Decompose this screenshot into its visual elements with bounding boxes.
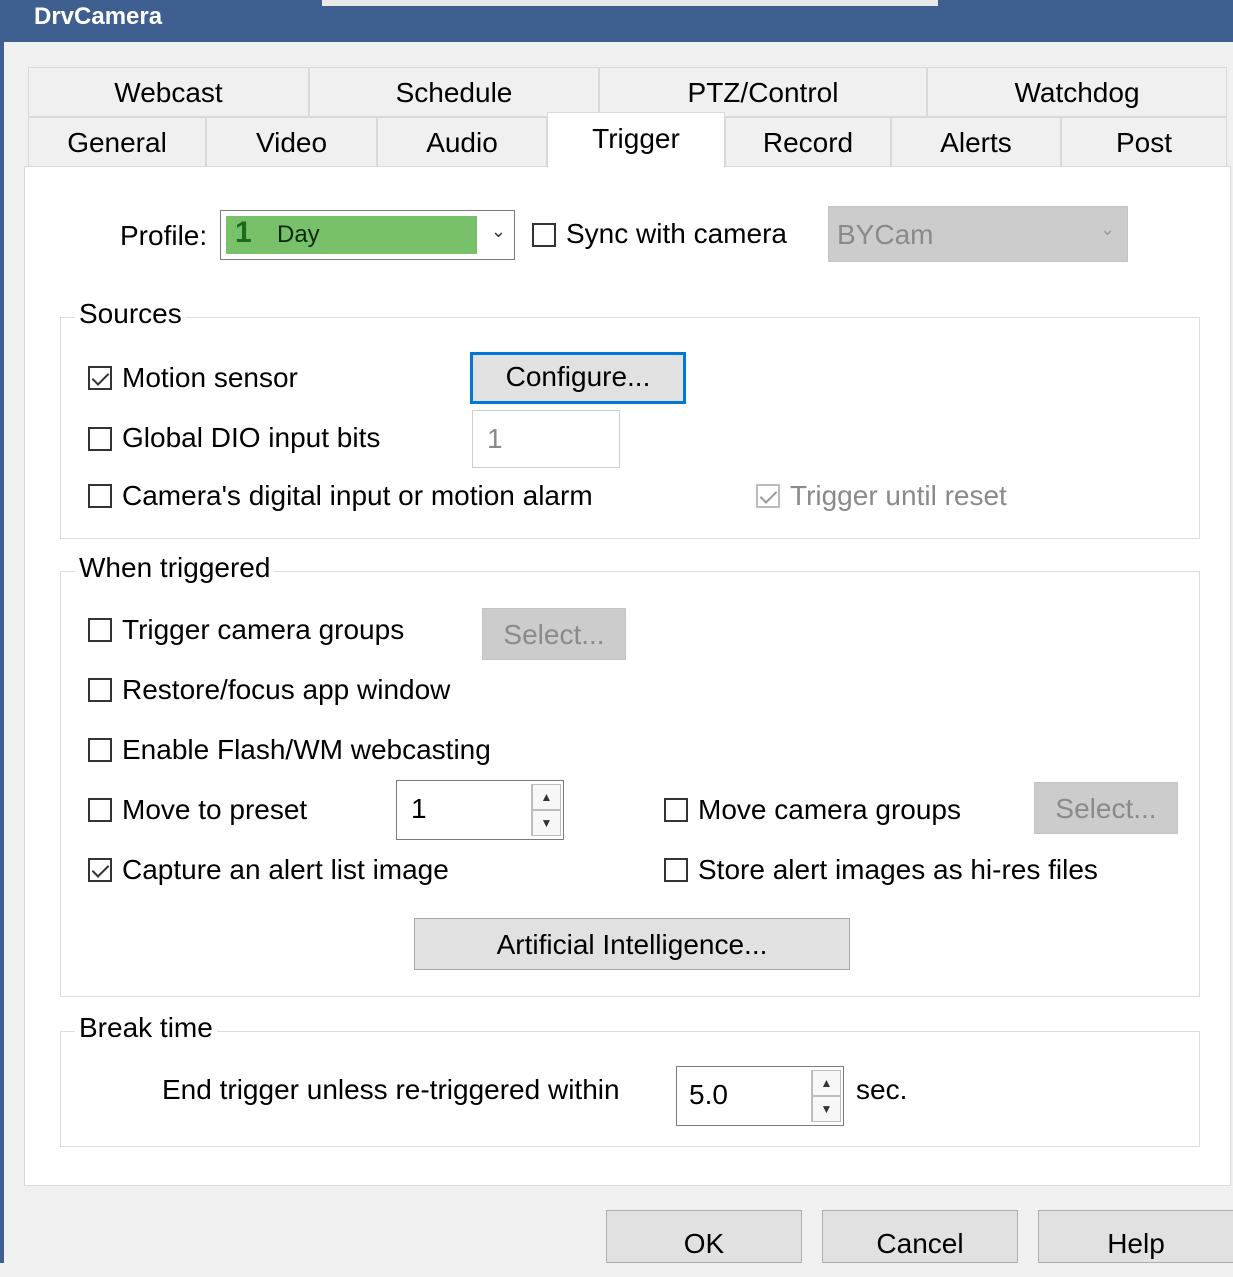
restore-focus-label: Restore/focus app window	[122, 674, 451, 705]
move-to-preset-label: Move to preset	[122, 794, 308, 825]
when-triggered-title: When triggered	[75, 552, 275, 584]
title-strip	[322, 0, 938, 6]
window-title: DrvCamera	[34, 3, 163, 30]
spin-down-icon[interactable]: ▼	[532, 810, 561, 836]
flash-wm-checkbox[interactable]	[88, 738, 112, 762]
sources-title: Sources	[75, 298, 186, 330]
tab-post[interactable]: Post	[1061, 117, 1227, 167]
preset-number-value: 1	[411, 793, 427, 824]
capture-alert-image-checkbox[interactable]	[88, 858, 112, 882]
tab-watchdog[interactable]: Watchdog	[927, 67, 1227, 117]
global-dio-checkbox[interactable]	[88, 427, 112, 451]
camera-input-checkbox[interactable]	[88, 484, 112, 508]
trigger-until-reset-checkbox[interactable]	[756, 484, 780, 508]
dialog-window: DrvCamera Webcast Schedule PTZ/Control W…	[0, 0, 1233, 1263]
configure-button[interactable]: Configure...	[470, 352, 686, 404]
trigger-camera-groups-checkbox[interactable]	[88, 618, 112, 642]
sync-with-camera-label: Sync with camera	[566, 218, 787, 249]
dio-bits-input[interactable]: 1	[472, 410, 620, 468]
motion-sensor-label: Motion sensor	[122, 362, 298, 393]
store-hires-label: Store alert images as hi-res files	[698, 854, 1098, 885]
spin-down-icon[interactable]: ▼	[812, 1096, 841, 1122]
flash-wm-label: Enable Flash/WM webcasting	[122, 734, 491, 765]
break-time-value: 5.0	[689, 1079, 728, 1110]
select-move-groups-button[interactable]: Select...	[1034, 782, 1178, 834]
profile-select[interactable]: 1 Day ⌄	[220, 210, 515, 260]
store-hires-checkbox[interactable]	[664, 858, 688, 882]
tab-video[interactable]: Video	[206, 117, 377, 167]
preset-number-stepper[interactable]: 1 ▲ ▼	[396, 780, 564, 840]
move-camera-groups-label: Move camera groups	[698, 794, 962, 825]
profile-label: Profile:	[120, 220, 208, 251]
tab-general[interactable]: General	[28, 117, 206, 167]
tab-record[interactable]: Record	[725, 117, 891, 167]
tab-audio[interactable]: Audio	[377, 117, 547, 167]
sync-with-camera-checkbox[interactable]	[532, 223, 556, 247]
camera-input-label: Camera's digital input or motion alarm	[122, 480, 593, 511]
cancel-button[interactable]: Cancel	[822, 1210, 1018, 1263]
tab-webcast[interactable]: Webcast	[28, 67, 309, 117]
chevron-down-icon: ⌄	[1099, 219, 1115, 239]
profile-number: 1	[235, 216, 252, 249]
profile-value: Day	[277, 221, 320, 248]
title-bar: DrvCamera	[4, 0, 1233, 42]
ok-button[interactable]: OK	[606, 1210, 802, 1263]
break-time-stepper[interactable]: 5.0 ▲ ▼	[676, 1066, 844, 1126]
move-to-preset-checkbox[interactable]	[88, 798, 112, 822]
break-time-spin-buttons: ▲ ▼	[811, 1070, 841, 1122]
global-dio-label: Global DIO input bits	[122, 422, 381, 453]
break-time-label: End trigger unless re-triggered within	[162, 1074, 620, 1105]
spin-up-icon[interactable]: ▲	[532, 784, 561, 810]
camera-select-value: BYCam	[837, 219, 934, 250]
select-trigger-groups-button[interactable]: Select...	[482, 608, 626, 660]
break-time-unit: sec.	[856, 1074, 908, 1105]
restore-focus-checkbox[interactable]	[88, 678, 112, 702]
trigger-until-reset-label: Trigger until reset	[790, 480, 1007, 511]
spin-up-icon[interactable]: ▲	[812, 1070, 841, 1096]
tab-alerts[interactable]: Alerts	[891, 117, 1061, 167]
tab-schedule[interactable]: Schedule	[309, 67, 599, 117]
artificial-intelligence-button[interactable]: Artificial Intelligence...	[414, 918, 850, 970]
dio-bits-value: 1	[487, 423, 503, 454]
motion-sensor-checkbox[interactable]	[88, 366, 112, 390]
profile-color-fill	[226, 216, 477, 254]
trigger-camera-groups-label: Trigger camera groups	[122, 614, 405, 645]
chevron-down-icon[interactable]: ⌄	[491, 221, 506, 242]
tab-ptz-control[interactable]: PTZ/Control	[599, 67, 927, 117]
capture-alert-image-label: Capture an alert list image	[122, 854, 449, 885]
tab-trigger[interactable]: Trigger	[547, 112, 725, 168]
help-button[interactable]: Help	[1038, 1210, 1233, 1263]
move-camera-groups-checkbox[interactable]	[664, 798, 688, 822]
break-time-title: Break time	[75, 1012, 217, 1044]
camera-select[interactable]: BYCam ⌄	[828, 206, 1128, 262]
preset-spin-buttons: ▲ ▼	[531, 784, 561, 836]
